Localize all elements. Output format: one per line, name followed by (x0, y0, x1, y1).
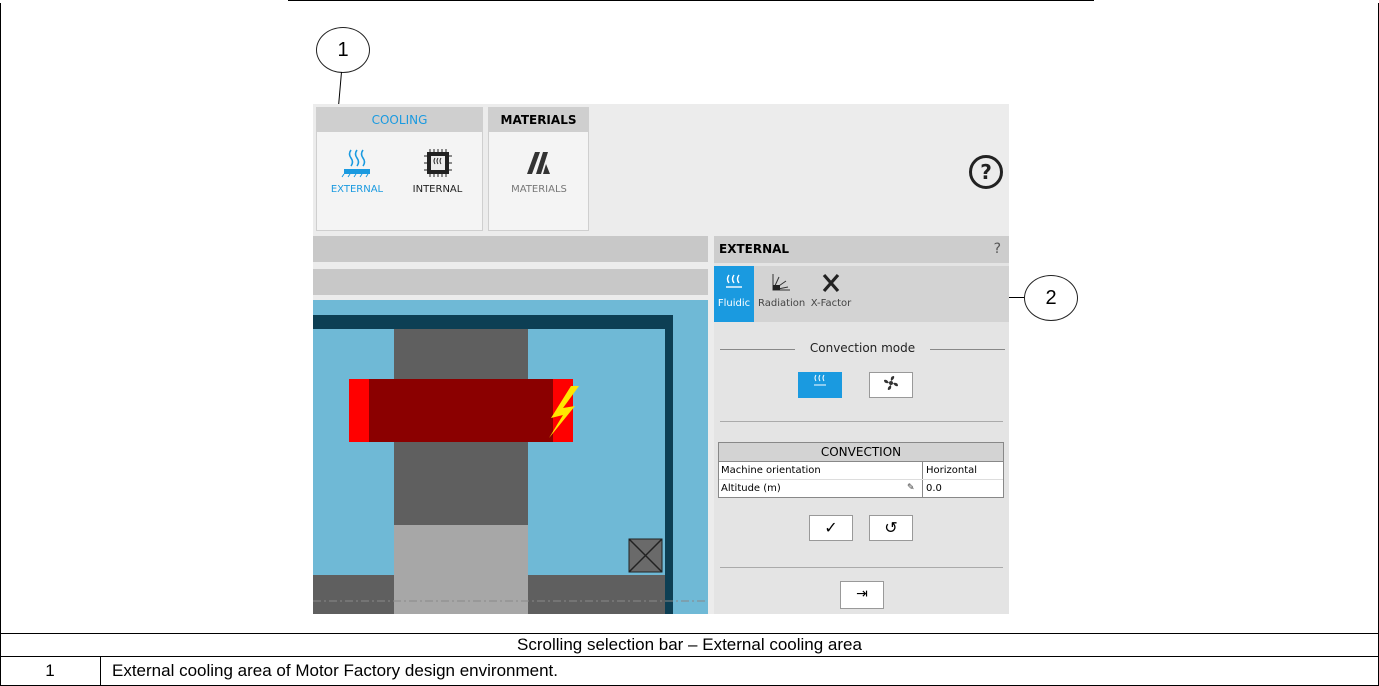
table-row: Machine orientation Horizontal (719, 462, 1003, 480)
forced-convection-button[interactable] (869, 372, 913, 398)
viewport-toolbar-1 (313, 236, 708, 262)
external-cooling-icon (341, 149, 370, 178)
radiation-icon (772, 274, 790, 291)
motor-cross-section (313, 300, 708, 614)
panel-help-icon[interactable]: ? (994, 236, 1001, 263)
separator (720, 421, 1003, 422)
convection-table-header: CONVECTION (719, 443, 1003, 462)
export-button[interactable]: ⇥ (840, 581, 884, 609)
tab-x-factor-label: X-Factor (810, 298, 852, 309)
motor-viewport[interactable] (313, 300, 708, 614)
table-row: Altitude (m) ✎ 0.0 (719, 480, 1003, 497)
machine-orientation-value[interactable]: Horizontal (922, 462, 1004, 479)
figure-caption: Scrolling selection bar – External cooli… (517, 635, 862, 654)
tab-radiation[interactable]: Radiation (758, 266, 806, 322)
help-icon[interactable]: ? (969, 155, 1003, 189)
reset-button[interactable]: ↺ (869, 515, 913, 541)
frame-gap-right (1094, 0, 1379, 3)
fan-icon (884, 376, 898, 390)
machine-orientation-key: Machine orientation (721, 465, 821, 476)
legend-column-rule (100, 656, 101, 686)
legend-text: External cooling area of Motor Factory d… (112, 661, 559, 680)
panel-subtabs: Fluidic Radiation X-Factor (714, 266, 1009, 322)
apply-button[interactable]: ✓ (809, 515, 853, 541)
altitude-key: Altitude (m) (721, 483, 781, 494)
panel-header: EXTERNAL ? (714, 236, 1009, 263)
internal-cooling-label: INTERNAL (412, 184, 463, 195)
separator (720, 567, 1003, 568)
internal-cooling-icon (423, 149, 452, 177)
viewport-toolbar-2 (313, 269, 708, 295)
panel-title: EXTERNAL (719, 242, 790, 256)
materials-group-header[interactable]: MATERIALS (489, 108, 588, 132)
external-cooling-panel: EXTERNAL ? Fluidic Radiation X-Factor Co… (714, 236, 1009, 614)
internal-cooling-button[interactable]: INTERNAL (405, 148, 470, 195)
altitude-value[interactable]: 0.0 (922, 480, 1004, 497)
edit-icon[interactable]: ✎ (907, 480, 915, 497)
cooling-group-header[interactable]: COOLING (317, 108, 482, 132)
materials-label: MATERIALS (511, 184, 567, 195)
external-cooling-label: EXTERNAL (330, 184, 384, 195)
materials-button[interactable]: MATERIALS (499, 148, 579, 195)
x-factor-icon (822, 273, 840, 293)
legend-number: 1 (45, 661, 55, 680)
materials-tab-group: MATERIALS MATERIALS (488, 107, 589, 231)
callout-1: 1 (316, 27, 370, 73)
cooling-tab-group: COOLING EXTERNAL INTERNAL (316, 107, 483, 231)
external-cooling-button[interactable]: EXTERNAL (327, 148, 387, 195)
callout-2: 2 (1024, 275, 1078, 321)
tab-fluidic-label: Fluidic (717, 298, 751, 309)
tab-x-factor[interactable]: X-Factor (806, 266, 856, 322)
tab-fluidic[interactable]: Fluidic (714, 266, 754, 322)
materials-icon (527, 152, 550, 174)
tab-radiation-label: Radiation (758, 298, 806, 309)
frame-gap-left (0, 0, 288, 3)
natural-convection-icon (814, 374, 826, 386)
fluidic-icon (726, 274, 742, 288)
convection-mode-label: Convection mode (720, 341, 1005, 357)
convection-table: CONVECTION Machine orientation Horizonta… (718, 442, 1004, 498)
natural-convection-button[interactable] (798, 372, 842, 398)
motor-factory-app: COOLING EXTERNAL INTERNAL MATERIALS MATE… (313, 104, 1009, 614)
